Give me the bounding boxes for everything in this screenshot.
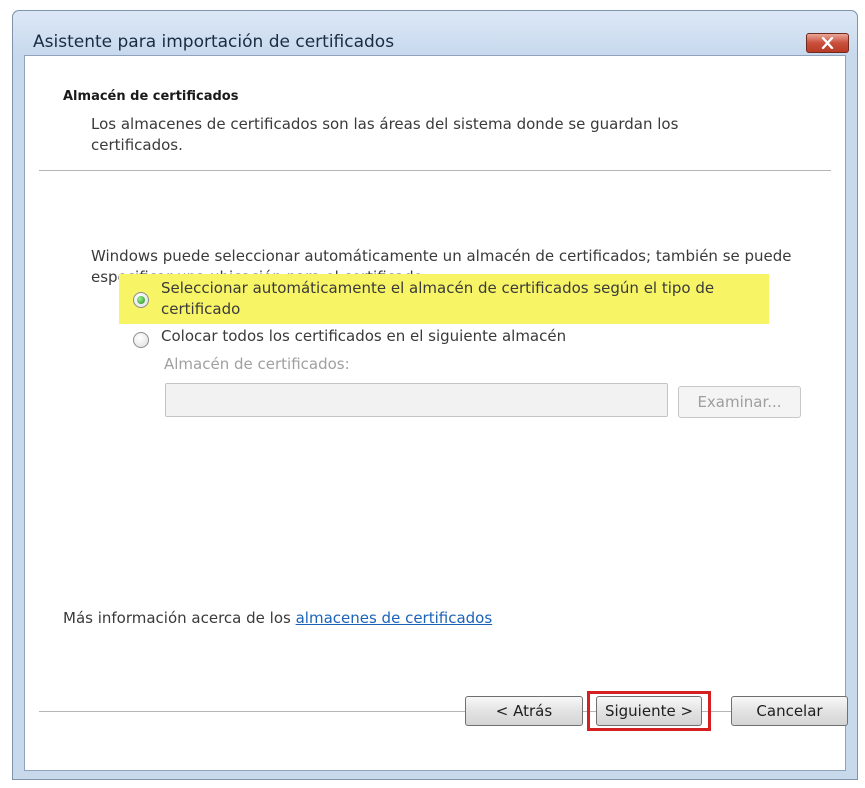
page-description: Los almacenes de certificados son las ár… — [91, 115, 679, 154]
page-title: Almacén de certificados — [63, 89, 239, 104]
wizard-header: Almacén de certificados Los almacenes de… — [25, 56, 845, 171]
browse-button: Examinar... — [678, 386, 801, 418]
title-bar[interactable]: Asistente para importación de certificad… — [13, 11, 857, 57]
close-button[interactable] — [806, 33, 849, 53]
window-title: Asistente para importación de certificad… — [33, 32, 395, 52]
wizard-content: Almacén de certificados Los almacenes de… — [24, 55, 846, 771]
more-info-prefix: Más información acerca de los — [63, 609, 296, 627]
next-button[interactable]: Siguiente > — [596, 696, 702, 726]
store-input — [165, 383, 668, 417]
store-field-label: Almacén de certificados: — [164, 355, 350, 373]
header-divider — [39, 170, 831, 172]
cancel-button[interactable]: Cancelar — [731, 696, 848, 726]
radio-place-all-label[interactable]: Colocar todos los certificados en el sig… — [161, 326, 566, 347]
back-button[interactable]: < Atrás — [465, 696, 583, 726]
close-x-icon — [821, 37, 834, 49]
more-info-link[interactable]: almacenes de certificados — [296, 609, 493, 627]
dialog-window: Asistente para importación de certificad… — [12, 10, 858, 780]
footer-divider — [39, 711, 831, 713]
radio-place-all[interactable] — [133, 332, 149, 348]
radio-auto-select-label[interactable]: Seleccionar automáticamente el almacén d… — [161, 278, 761, 320]
more-info-text: Más información acerca de los almacenes … — [63, 609, 492, 627]
radio-auto-select[interactable] — [133, 292, 149, 308]
